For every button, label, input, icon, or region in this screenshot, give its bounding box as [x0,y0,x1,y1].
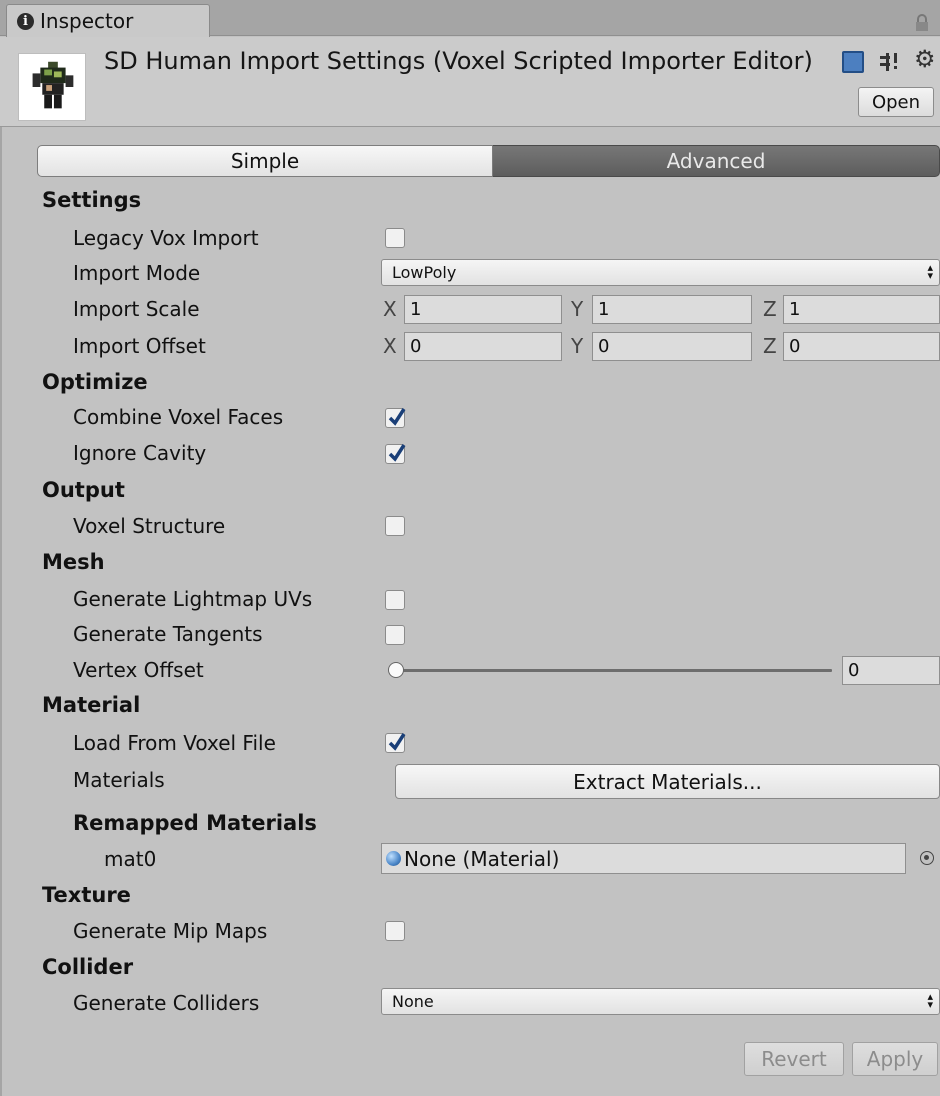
mat0-object-field[interactable]: None (Material) [381,843,906,874]
axis-x-label: X [383,297,397,321]
inspector-header: SD Human Import Settings (Voxel Scripted… [0,37,940,127]
tab-bar: i Inspector [0,0,940,37]
generate-mip-maps-checkbox[interactable] [385,921,405,941]
tab-label: Inspector [40,9,134,33]
help-icon[interactable] [842,51,864,73]
section-output: Output [42,478,125,502]
gear-icon[interactable]: ⚙ [914,45,936,73]
import-scale-y-field[interactable]: 1 [592,295,752,324]
vertex-offset-field[interactable]: 0 [842,656,940,685]
panel-edge [0,127,2,1096]
checkmark-icon [388,444,406,462]
section-texture: Texture [42,883,131,907]
simple-tab-button[interactable]: Simple [37,145,493,177]
mat0-label: mat0 [104,847,157,871]
section-mesh: Mesh [42,550,105,574]
import-mode-value: LowPoly [392,263,457,282]
axis-z-label: Z [763,334,777,358]
import-scale-label: Import Scale [73,297,200,321]
checkmark-icon [388,733,406,751]
import-mode-dropdown[interactable]: LowPoly ▴ ▾ [381,259,940,286]
dropdown-arrows-icon: ▴ ▾ [927,990,933,1011]
info-icon: i [17,12,34,30]
axis-x-label: X [383,334,397,358]
ignore-cavity-label: Ignore Cavity [73,441,207,465]
asset-title: SD Human Import Settings (Voxel Scripted… [104,47,813,75]
tab-inspector[interactable]: i Inspector [6,4,210,37]
voxel-structure-label: Voxel Structure [73,514,226,538]
vertex-offset-label: Vertex Offset [73,658,204,682]
revert-button[interactable]: Revert [744,1042,844,1076]
object-picker-icon[interactable] [920,851,934,865]
checkmark-icon [388,408,406,426]
materials-label: Materials [73,768,165,792]
preset-icon[interactable] [878,51,900,73]
voxel-model-icon [18,53,86,121]
generate-mip-maps-label: Generate Mip Maps [73,919,268,943]
legacy-vox-import-label: Legacy Vox Import [73,226,259,250]
section-optimize: Optimize [42,370,148,394]
dropdown-arrows-icon: ▴ ▾ [927,261,933,282]
generate-lightmap-uvs-label: Generate Lightmap UVs [73,587,313,611]
vertex-offset-slider-thumb[interactable] [388,662,404,678]
axis-y-label: Y [571,334,584,358]
load-from-voxel-file-label: Load From Voxel File [73,731,276,755]
vertex-offset-slider-track[interactable] [394,669,832,672]
combine-voxel-faces-checkbox[interactable] [385,408,406,428]
open-button[interactable]: Open [858,87,934,117]
mat0-value: None (Material) [404,846,560,871]
import-scale-z-field[interactable]: 1 [783,295,940,324]
axis-y-label: Y [571,297,584,321]
import-offset-y-field[interactable]: 0 [592,332,752,361]
extract-materials-button[interactable]: Extract Materials... [395,764,940,799]
generate-colliders-value: None [392,992,434,1011]
generate-tangents-label: Generate Tangents [73,622,263,646]
remapped-materials-heading: Remapped Materials [73,811,317,835]
generate-colliders-label: Generate Colliders [73,991,260,1015]
section-collider: Collider [42,955,134,979]
lock-icon[interactable] [914,14,930,32]
axis-z-label: Z [763,297,777,321]
import-scale-x-field[interactable]: 1 [404,295,562,324]
import-mode-label: Import Mode [73,261,201,285]
section-settings: Settings [42,188,142,212]
section-material: Material [42,693,141,717]
apply-button[interactable]: Apply [852,1042,938,1076]
ignore-cavity-checkbox[interactable] [385,444,406,464]
material-sphere-icon [386,851,401,866]
generate-tangents-checkbox[interactable] [385,625,405,645]
import-offset-x-field[interactable]: 0 [404,332,562,361]
generate-colliders-dropdown[interactable]: None ▴ ▾ [381,988,940,1015]
combine-voxel-faces-label: Combine Voxel Faces [73,405,284,429]
voxel-structure-checkbox[interactable] [385,516,405,536]
import-offset-z-field[interactable]: 0 [783,332,940,361]
advanced-tab-button[interactable]: Advanced [493,145,940,177]
generate-lightmap-uvs-checkbox[interactable] [385,590,405,610]
import-offset-label: Import Offset [73,334,206,358]
legacy-vox-import-checkbox[interactable] [385,228,405,248]
load-from-voxel-file-checkbox[interactable] [385,733,406,753]
